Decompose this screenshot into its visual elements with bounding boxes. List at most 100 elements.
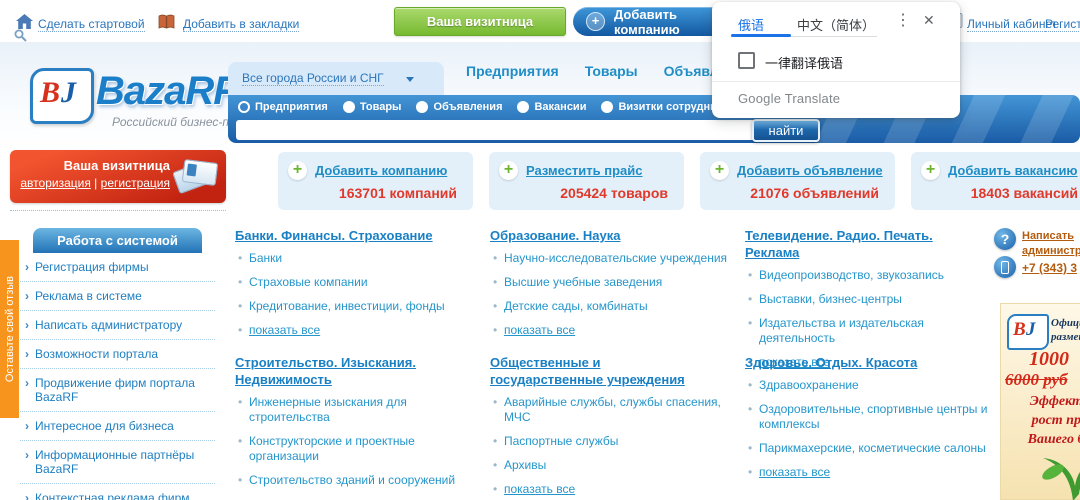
category-link[interactable]: Конструкторские и проектные организации <box>235 434 479 464</box>
logo-main-text: BazaRF <box>96 69 237 113</box>
show-all-link[interactable]: показать все <box>490 482 734 497</box>
question-icon: ? <box>994 228 1016 250</box>
sidebar-item-portal-features[interactable]: Возможности портала <box>20 340 215 369</box>
category-link[interactable]: Парикмахерские, косметические салоны <box>745 441 989 456</box>
scope-companies[interactable]: Предприятия <box>238 101 328 113</box>
category-link[interactable]: Банки <box>235 251 479 266</box>
category-link[interactable]: Здравоохранение <box>745 378 989 393</box>
category-link[interactable]: Высшие учебные заведения <box>490 275 734 290</box>
category-link[interactable]: Страховые компании <box>235 275 479 290</box>
sidebar-item-context-ads[interactable]: Контекстная реклама фирм <box>20 484 215 500</box>
scope-goods[interactable]: Товары <box>343 101 402 113</box>
scope-ads[interactable]: Объявления <box>416 101 502 113</box>
add-ad-link[interactable]: Добавить объявление <box>737 163 883 178</box>
sidebar-item-write-admin[interactable]: Написать администратору <box>20 311 215 340</box>
category-title[interactable]: Образование. Наука <box>490 227 708 244</box>
radio-icon[interactable] <box>517 101 529 113</box>
sidebar: Работа с системой Регистрация фирмы Рекл… <box>20 228 215 500</box>
always-translate-checkbox[interactable] <box>738 52 755 69</box>
find-button[interactable]: найти <box>752 119 820 142</box>
chevron-down-icon <box>406 77 414 82</box>
your-card-button[interactable]: Ваша визитница <box>394 7 566 36</box>
search-input[interactable] <box>236 120 772 140</box>
business-cards-icon <box>174 156 220 196</box>
plus-icon: + <box>921 161 940 180</box>
add-company-card-link[interactable]: Добавить компанию <box>315 163 447 178</box>
region-selector-link[interactable]: Все города России и СНГ <box>242 71 384 86</box>
category-link[interactable]: Архивы <box>490 458 734 473</box>
write-admin-link[interactable]: Написать администратору <box>1022 229 1080 259</box>
sidebar-item-info-partners[interactable]: Информационные партнёры BazaRF <box>20 441 215 484</box>
feedback-tab[interactable]: Оставьте свой отзыв <box>0 240 19 418</box>
show-all-link[interactable]: показать все <box>235 323 479 338</box>
plant-icon <box>1033 446 1080 500</box>
category-title[interactable]: Банки. Финансы. Страхование <box>235 227 453 244</box>
radio-selected-icon[interactable] <box>238 101 250 113</box>
sidebar-item-business-interest[interactable]: Интересное для бизнеса <box>20 412 215 441</box>
region-tab: Все города России и СНГ <box>228 62 444 95</box>
sidebar-item-firm-promotion[interactable]: Продвижение фирм портала BazaRF <box>20 369 215 412</box>
sidebar-item-firm-registration[interactable]: Регистрация фирмы <box>20 253 215 282</box>
category-link[interactable]: Аварийные службы, службы спасения, МЧС <box>490 395 734 425</box>
category-public-state: Общественные и государственные учреждени… <box>490 354 734 500</box>
place-price-card: + Разместить прайс 205424 товаров <box>489 152 684 210</box>
radio-icon[interactable] <box>416 101 428 113</box>
add-ad-card: + Добавить объявление 21076 объявлений <box>700 152 895 210</box>
tab-source-language[interactable]: 俄语 <box>738 15 764 34</box>
sidebar-title: Работа с системой <box>33 228 202 253</box>
promo-banner[interactable]: B J Официальное размещение 1000 6000 руб… <box>1000 303 1080 500</box>
category-link[interactable]: Выставки, бизнес-центры <box>745 292 989 307</box>
place-price-link[interactable]: Разместить прайс <box>526 163 643 178</box>
login-link[interactable]: авторизация <box>20 176 90 190</box>
category-link[interactable]: Строительство зданий и сооружений <box>235 473 479 488</box>
scope-label: Предприятия <box>255 101 328 113</box>
visitnica-box: Ваша визитница авторизация | регистрация <box>10 150 226 203</box>
radio-icon[interactable] <box>601 101 613 113</box>
logo-letter-b: B <box>40 76 60 110</box>
registration-link[interactable]: Регистрация <box>1045 17 1080 32</box>
category-title[interactable]: Строительство. Изыскания. Недвижимость <box>235 354 453 388</box>
tab-target-language[interactable]: 中文（简体） <box>797 15 875 34</box>
register-link[interactable]: регистрация <box>101 176 170 190</box>
show-all-link[interactable]: показать все <box>490 323 734 338</box>
phone-number-link[interactable]: +7 (343) 3 <box>1022 261 1077 275</box>
category-title[interactable]: Общественные и государственные учреждени… <box>490 354 708 388</box>
banner-old-price: 6000 руб <box>1005 370 1068 390</box>
category-link[interactable]: Издательства и издательская деятельность <box>745 316 989 346</box>
category-construction-realestate: Строительство. Изыскания. Недвижимость И… <box>235 354 479 500</box>
google-translate-brand: Google Translate <box>738 91 840 106</box>
category-link[interactable]: Оздоровительные, спортивные центры и ком… <box>745 402 989 432</box>
add-bookmarks-link[interactable]: Добавить в закладки <box>183 17 299 32</box>
category-title[interactable]: Телевидение. Радио. Печать. Реклама <box>745 227 963 261</box>
category-link[interactable]: Детские сады, комбинаты <box>490 299 734 314</box>
more-options-icon[interactable]: ⋮ <box>895 10 911 30</box>
plus-icon: + <box>499 161 518 180</box>
personal-cabinet-link[interactable]: Личный кабинет <box>967 17 1057 32</box>
scope-label: Объявления <box>433 101 502 113</box>
banner-slogan-line: Эффективный <box>1001 392 1080 411</box>
radio-icon[interactable] <box>343 101 355 113</box>
category-link[interactable]: Кредитование, инвестиции, фонды <box>235 299 479 314</box>
category-link[interactable]: Инженерные изыскания для строительства <box>235 395 479 425</box>
scope-label: Товары <box>360 101 402 113</box>
add-company-card: + Добавить компанию 163701 компаний <box>278 152 473 210</box>
plus-icon: + <box>586 12 605 31</box>
bazarf-portal-page: Сделать стартовой Добавить в закладки Ва… <box>0 0 1080 500</box>
plus-icon: + <box>710 161 729 180</box>
sidebar-item-advertising[interactable]: Реклама в системе <box>20 282 215 311</box>
category-link[interactable]: Научно-исследовательские учреждения <box>490 251 734 266</box>
show-all-link[interactable]: показать все <box>745 465 989 480</box>
make-start-page-link[interactable]: Сделать стартовой <box>38 17 145 32</box>
category-title[interactable]: Здоровье. Отдых. Красота <box>745 354 963 371</box>
links-divider: | <box>94 176 97 190</box>
nav-goods[interactable]: Товары <box>585 63 638 79</box>
category-link[interactable]: Видеопроизводство, звукозапись <box>745 268 989 283</box>
add-vacancy-link[interactable]: Добавить вакансию <box>948 163 1078 178</box>
close-icon[interactable]: ✕ <box>923 12 935 29</box>
category-link[interactable]: Паспортные службы <box>490 434 734 449</box>
scope-vacancies[interactable]: Вакансии <box>517 101 586 113</box>
ads-count: 21076 объявлений <box>750 185 879 201</box>
search-icon <box>14 29 27 47</box>
nav-companies[interactable]: Предприятия <box>466 63 559 79</box>
bazarf-logo-mark[interactable]: B J <box>30 68 94 124</box>
